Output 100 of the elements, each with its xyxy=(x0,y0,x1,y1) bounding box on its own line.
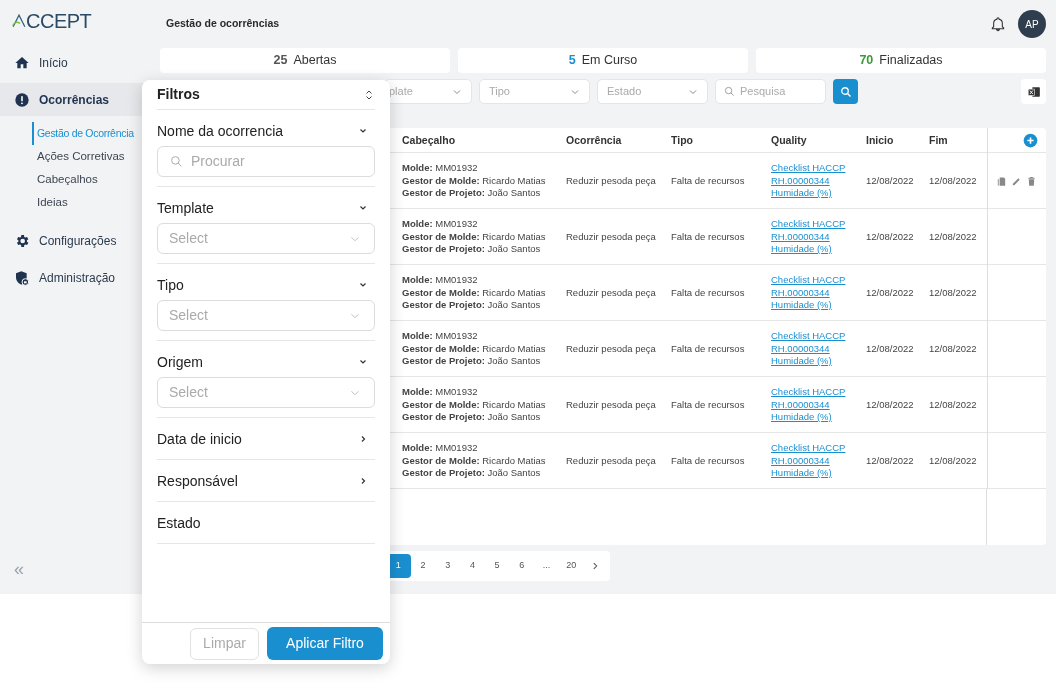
table-cell-text: Reduzir pesoda peça xyxy=(566,173,657,188)
quality-link[interactable]: Checklist HACCP xyxy=(771,218,846,231)
search-icon xyxy=(170,155,183,168)
page-button[interactable]: 3 xyxy=(435,554,461,578)
section-label: Responsável xyxy=(157,471,239,491)
quality-link[interactable]: RH.00000344 xyxy=(771,398,830,412)
header-line: Gestor de Molde: Ricardo Matias xyxy=(402,454,547,468)
shield-icon xyxy=(14,269,30,286)
header-line: Gestor de Molde: Ricardo Matias xyxy=(402,286,547,300)
sidebar-item[interactable]: Configurações xyxy=(0,224,150,257)
bell-icon xyxy=(990,16,1006,32)
home-icon xyxy=(14,54,30,71)
page-button[interactable]: 5 xyxy=(484,554,510,578)
table-cell-text: 12/08/2022 xyxy=(929,397,978,412)
table-cell-text: 12/08/2022 xyxy=(866,341,915,356)
column-header: Fim xyxy=(929,132,949,148)
quality-link[interactable]: Humidade (%) xyxy=(771,411,832,424)
select-field[interactable]: Select xyxy=(157,223,375,254)
table-cell-text: Falta de recursos xyxy=(671,285,746,300)
apply-filter-button[interactable]: Aplicar Filtro xyxy=(267,627,383,660)
page-button[interactable]: 6 xyxy=(509,554,535,578)
page-button[interactable]: 2 xyxy=(410,554,436,578)
column-header: Quality xyxy=(771,132,808,148)
table-cell-text: Reduzir pesoda peça xyxy=(566,453,657,468)
page-button[interactable]: 20 xyxy=(558,554,584,578)
quality-link[interactable]: Humidade (%) xyxy=(771,299,832,312)
search-icon xyxy=(839,85,852,98)
header-line: Gestor de Projeto: João Santos xyxy=(402,467,542,480)
quality-link[interactable]: Humidade (%) xyxy=(771,187,832,200)
quality-link[interactable]: RH.00000344 xyxy=(771,286,830,300)
sidebar-item[interactable]: Administração xyxy=(0,261,150,294)
header-line: Molde: MM01932 xyxy=(402,162,479,175)
column-header: Tipo xyxy=(671,132,694,148)
logo-text: CCEPT xyxy=(26,9,92,34)
trash-icon[interactable] xyxy=(1026,175,1037,187)
spreadsheet-icon xyxy=(1026,84,1041,99)
table-cell-text: Falta de recursos xyxy=(671,341,746,356)
header-line: Gestor de Projeto: João Santos xyxy=(402,411,542,424)
export-button[interactable] xyxy=(1021,79,1046,104)
quality-link[interactable]: RH.00000344 xyxy=(771,174,830,188)
header-line: Gestor de Molde: Ricardo Matias xyxy=(402,342,547,356)
table-cell-text: 12/08/2022 xyxy=(929,229,978,244)
settings-icon xyxy=(14,232,30,249)
clear-button[interactable]: Limpar xyxy=(190,627,259,660)
header-line: Gestor de Projeto: João Santos xyxy=(402,355,542,368)
page-button[interactable]: ... xyxy=(534,554,559,578)
status-card[interactable]: 70 Finalizadas xyxy=(756,48,1046,73)
quality-link[interactable]: RH.00000344 xyxy=(771,454,830,468)
quality-link[interactable]: Humidade (%) xyxy=(771,243,832,256)
table-cell-text: 12/08/2022 xyxy=(866,229,915,244)
filter-select[interactable]: Estado xyxy=(597,79,708,104)
quality-link[interactable]: Humidade (%) xyxy=(771,355,832,368)
search-button[interactable] xyxy=(833,79,858,104)
filter-select[interactable]: plate xyxy=(384,79,472,104)
filter-select[interactable]: Tipo xyxy=(479,79,590,104)
edit-icon[interactable] xyxy=(1011,175,1022,187)
quality-link[interactable]: Checklist HACCP xyxy=(771,442,846,455)
quality-link[interactable]: RH.00000344 xyxy=(771,342,830,356)
status-card[interactable]: 5 Em Curso xyxy=(458,48,748,73)
quality-link[interactable]: Checklist HACCP xyxy=(771,386,846,399)
table-cell-text: Reduzir pesoda peça xyxy=(566,285,657,300)
header-line: Gestor de Projeto: João Santos xyxy=(402,187,542,200)
panel-title: Filtros xyxy=(157,85,201,104)
search-icon xyxy=(724,86,735,97)
header-line: Molde: MM01932 xyxy=(402,442,479,455)
page-title: Gestão de ocorrências xyxy=(166,16,280,32)
sidebar-item[interactable]: Início xyxy=(0,46,150,79)
table-cell-text: 12/08/2022 xyxy=(929,341,978,356)
table-cell-text: Falta de recursos xyxy=(671,453,746,468)
copy-icon[interactable] xyxy=(996,175,1007,187)
select-field[interactable]: Select xyxy=(157,377,375,408)
table-cell-text: 12/08/2022 xyxy=(929,173,978,188)
search-field[interactable]: Pesquisa xyxy=(715,79,826,104)
select-field[interactable]: Select xyxy=(157,300,375,331)
table-cell-text: 12/08/2022 xyxy=(929,453,978,468)
table-cell-text: 12/08/2022 xyxy=(866,173,915,188)
quality-link[interactable]: Checklist HACCP xyxy=(771,274,846,287)
header-line: Gestor de Molde: Ricardo Matias xyxy=(402,398,547,412)
quality-link[interactable]: Checklist HACCP xyxy=(771,162,846,175)
header-line: Molde: MM01932 xyxy=(402,330,479,343)
collapse-button[interactable]: « xyxy=(14,560,24,578)
section-label: Template xyxy=(157,198,215,218)
search-field[interactable]: Procurar xyxy=(157,146,375,177)
status-card[interactable]: 25 Abertas xyxy=(160,48,450,73)
alert-icon xyxy=(14,91,30,108)
column-header: Inicio xyxy=(866,132,895,148)
header-line: Molde: MM01932 xyxy=(402,386,479,399)
section-label: Data de inicio xyxy=(157,429,243,449)
quality-link[interactable]: RH.00000344 xyxy=(771,230,830,244)
quality-link[interactable]: Checklist HACCP xyxy=(771,330,846,343)
table-cell-text: Reduzir pesoda peça xyxy=(566,341,657,356)
user-avatar[interactable]: AP xyxy=(1018,10,1046,38)
table-cell-text: 12/08/2022 xyxy=(866,285,915,300)
add-icon[interactable] xyxy=(1023,133,1038,148)
quality-link[interactable]: Humidade (%) xyxy=(771,467,832,480)
header-line: Gestor de Projeto: João Santos xyxy=(402,243,542,256)
table-cell-text: 12/08/2022 xyxy=(866,453,915,468)
section-label: Estado xyxy=(157,513,202,533)
page-button[interactable]: 4 xyxy=(460,554,485,578)
table-cell-text: Reduzir pesoda peça xyxy=(566,229,657,244)
